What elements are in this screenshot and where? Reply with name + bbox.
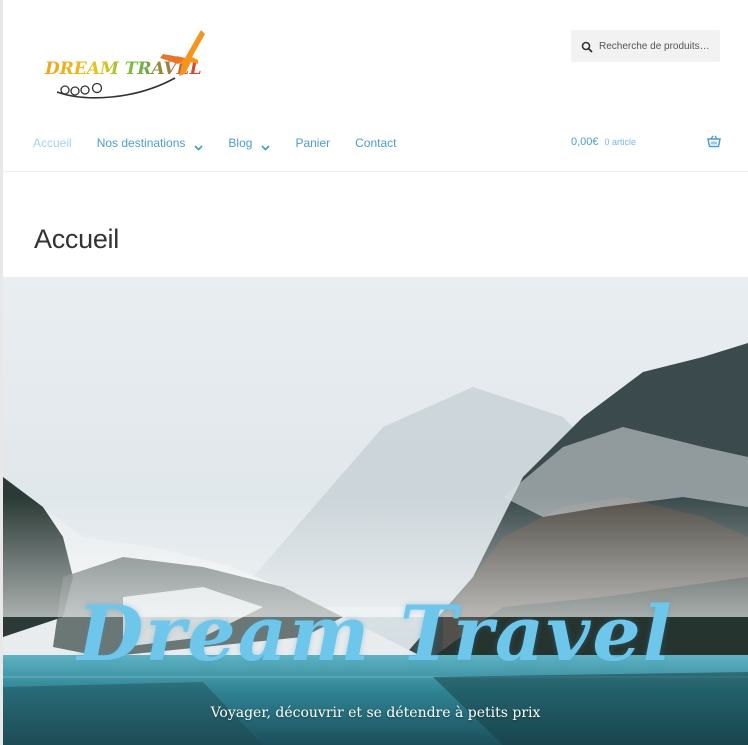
nav-item-label: Nos destinations — [96, 136, 186, 150]
nav-item-label: Blog — [228, 136, 253, 150]
main-navigation: Accueil Nos destinations Blog Panier Con… — [33, 136, 421, 151]
nav-item-contact[interactable]: Contact — [355, 136, 396, 150]
hero-subtitle: Voyager, découvrir et se détendre à peti… — [210, 705, 541, 721]
site-header: DREAM TRAVEL A — [3, 0, 748, 172]
cart-amount: 0,00€ — [571, 136, 599, 148]
nav-item-label: Panier — [295, 136, 331, 150]
nav-item-panier[interactable]: Panier — [295, 136, 330, 150]
search-icon — [581, 40, 593, 53]
page-title: Accueil — [34, 224, 119, 254]
cart-count: 0 article — [604, 137, 637, 147]
hero-title: Dream Travel — [77, 589, 674, 678]
page: DREAM TRAVEL A — [0, 0, 748, 745]
hero-banner: Dream Travel Voyager, découvrir et se dé… — [3, 277, 748, 745]
site-logo[interactable]: DREAM TRAVEL — [35, 26, 207, 106]
basket-icon — [707, 135, 721, 148]
header-cart[interactable]: 0,00€ 0 article — [571, 135, 721, 148]
nav-item-label: Accueil — [33, 136, 72, 150]
nav-item-label: Contact — [355, 136, 397, 150]
nav-item-accueil[interactable]: Accueil — [33, 136, 72, 150]
nav-item-nos-destinations[interactable]: Nos destinations — [96, 136, 204, 151]
chevron-down-icon — [194, 140, 204, 151]
nav-item-blog[interactable]: Blog — [228, 136, 271, 151]
logo-image: DREAM TRAVEL — [44, 30, 205, 99]
product-search[interactable] — [571, 30, 720, 62]
search-input[interactable] — [599, 40, 715, 52]
chevron-down-icon — [261, 140, 271, 151]
